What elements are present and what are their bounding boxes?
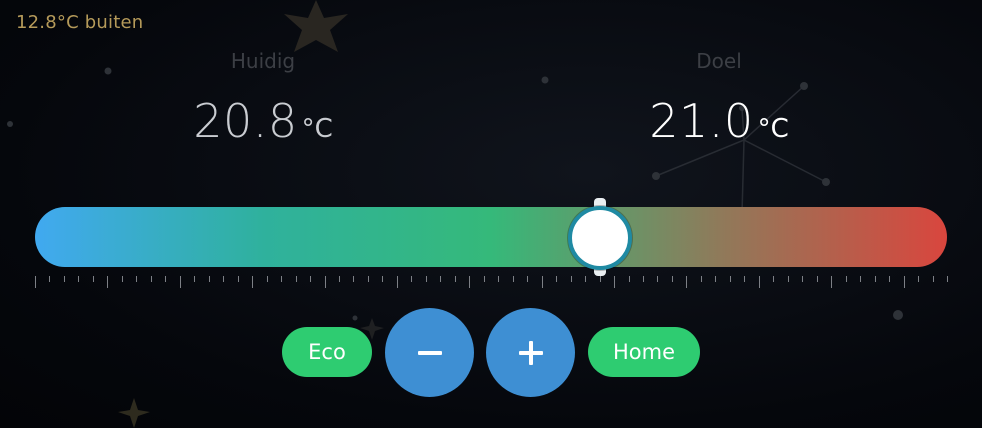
slider-tick — [715, 276, 716, 282]
slider-tick — [556, 276, 557, 282]
slider-tick — [571, 276, 572, 282]
slider-tick — [296, 276, 297, 282]
slider-tick — [585, 276, 586, 282]
current-temperature-value: 20.8 — [193, 94, 298, 148]
plus-icon — [518, 340, 543, 365]
slider-tick — [527, 276, 528, 282]
slider-tick — [397, 276, 398, 288]
slider-tick — [411, 276, 412, 282]
slider-tick — [918, 276, 919, 282]
eco-button[interactable]: Eco — [282, 327, 372, 377]
slider-tick — [788, 276, 789, 282]
slider-tick — [382, 276, 383, 282]
slider-tick — [657, 276, 658, 282]
slider-tick-scale — [35, 276, 949, 290]
slider-tick — [93, 276, 94, 282]
minus-icon — [417, 350, 442, 355]
current-temperature-label: Huidig — [230, 49, 296, 73]
slider-tick — [904, 276, 905, 288]
slider-tick — [368, 276, 369, 282]
slider-tick — [252, 276, 253, 288]
slider-tick — [831, 276, 832, 288]
slider-tick — [209, 276, 210, 282]
slider-tick — [122, 276, 123, 282]
slider-tick — [817, 276, 818, 282]
slider-tick — [281, 276, 282, 282]
slider-tick — [947, 276, 948, 282]
slider-tick — [136, 276, 137, 282]
slider-tick — [672, 276, 673, 282]
slider-tick — [846, 276, 847, 282]
slider-tick — [860, 276, 861, 282]
outside-temperature: 12.8°C buiten — [16, 12, 144, 33]
slider-tick — [759, 276, 760, 288]
slider-tick — [267, 276, 268, 282]
slider-tick — [325, 276, 326, 288]
temperature-slider-thumb[interactable] — [568, 206, 633, 270]
slider-tick — [513, 276, 514, 282]
slider-tick — [643, 276, 644, 282]
slider-tick — [49, 276, 50, 282]
current-temperature-block: Huidig 20.8 °C — [163, 48, 363, 148]
slider-tick — [542, 276, 543, 288]
slider-tick — [151, 276, 152, 282]
slider-tick — [629, 276, 630, 282]
decrease-temperature-button[interactable] — [385, 308, 474, 397]
slider-tick — [773, 276, 774, 282]
target-temperature-unit: °C — [757, 114, 789, 144]
slider-tick — [180, 276, 181, 288]
slider-tick — [353, 276, 354, 282]
slider-tick — [35, 276, 36, 288]
increase-temperature-button[interactable] — [486, 308, 575, 397]
slider-tick — [426, 276, 427, 282]
target-temperature-label: Doel — [696, 49, 742, 73]
slider-tick — [64, 276, 65, 282]
slider-tick — [455, 276, 456, 282]
slider-tick — [933, 276, 934, 282]
temperature-slider-track[interactable] — [35, 207, 947, 267]
slider-tick — [238, 276, 239, 282]
slider-tick — [802, 276, 803, 282]
slider-tick — [223, 276, 224, 282]
slider-tick — [484, 276, 485, 282]
slider-tick — [107, 276, 108, 288]
background-star — [284, 0, 348, 52]
target-temperature-block: Doel 21.0 °C — [619, 48, 819, 148]
slider-tick — [875, 276, 876, 282]
slider-tick — [701, 276, 702, 282]
slider-tick — [194, 276, 195, 282]
slider-tick — [440, 276, 441, 282]
slider-tick — [339, 276, 340, 282]
slider-tick — [600, 276, 601, 282]
target-temperature-value-row: 21.0 °C — [619, 94, 819, 148]
slider-tick — [744, 276, 745, 282]
slider-tick — [614, 276, 615, 288]
slider-tick — [469, 276, 470, 288]
target-temperature-value: 21.0 — [649, 94, 754, 148]
slider-tick — [889, 276, 890, 282]
background-star — [118, 398, 150, 428]
slider-tick — [686, 276, 687, 288]
slider-tick — [310, 276, 311, 282]
slider-tick — [165, 276, 166, 282]
slider-tick — [498, 276, 499, 282]
slider-tick — [78, 276, 79, 282]
current-temperature-unit: °C — [301, 114, 333, 144]
current-temperature-value-row: 20.8 °C — [163, 94, 363, 148]
home-button[interactable]: Home — [588, 327, 700, 377]
slider-tick — [730, 276, 731, 282]
